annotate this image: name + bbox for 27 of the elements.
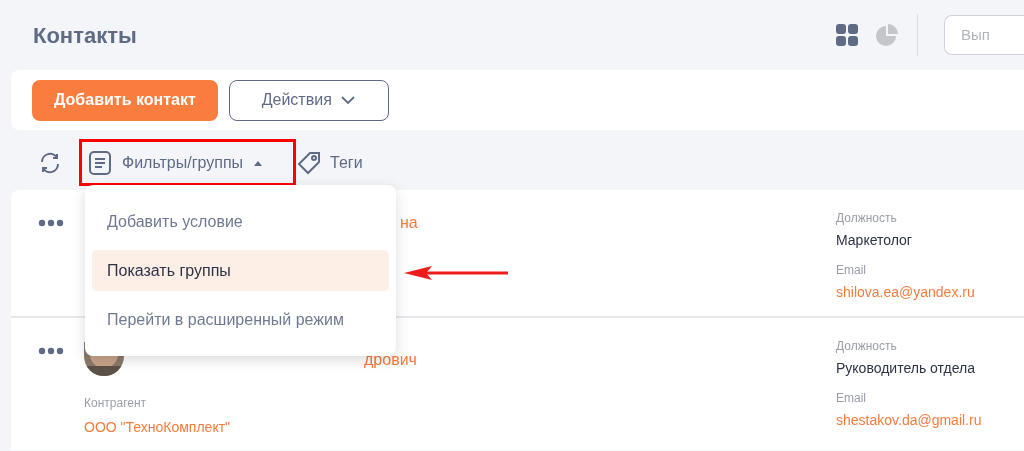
field-label: Email <box>836 390 867 406</box>
counterparty-link[interactable]: ООО "ТехноКомплект" <box>84 417 417 438</box>
menu-item[interactable]: Показать группы <box>92 250 389 291</box>
search-field[interactable]: Вып <box>944 15 1024 55</box>
field-label: Должность <box>836 338 898 354</box>
field-label: Email <box>836 262 867 278</box>
menu-item[interactable]: Перейти в расширенный режим <box>92 299 389 340</box>
contact-name[interactable]: на <box>400 213 418 316</box>
tags-button[interactable]: Теги <box>297 151 363 175</box>
add-contact-button[interactable]: Добавить контакт <box>32 79 218 121</box>
email-link[interactable]: shilova.ea@yandex.ru <box>836 281 1024 303</box>
field-value: Руководитель отдела <box>836 359 976 378</box>
actions-button[interactable]: Действия <box>228 79 389 121</box>
grid-view-icon[interactable] <box>836 24 858 46</box>
field-value: Маркетолог <box>836 231 913 250</box>
field-label: Контрагент <box>84 395 148 412</box>
filters-button[interactable]: Фильтры/группы <box>88 145 264 181</box>
more-icon[interactable] <box>38 219 64 227</box>
list-icon <box>88 150 112 176</box>
page-title: Контакты <box>33 21 137 50</box>
refresh-icon[interactable] <box>38 151 62 175</box>
email-link[interactable]: shestakov.da@gmail.ru <box>836 409 1024 431</box>
more-icon[interactable] <box>38 347 64 355</box>
chevron-down-icon <box>339 95 356 105</box>
tag-icon <box>297 151 322 175</box>
field-label: Должность <box>836 210 898 226</box>
menu-item[interactable]: Добавить условие <box>92 201 389 242</box>
